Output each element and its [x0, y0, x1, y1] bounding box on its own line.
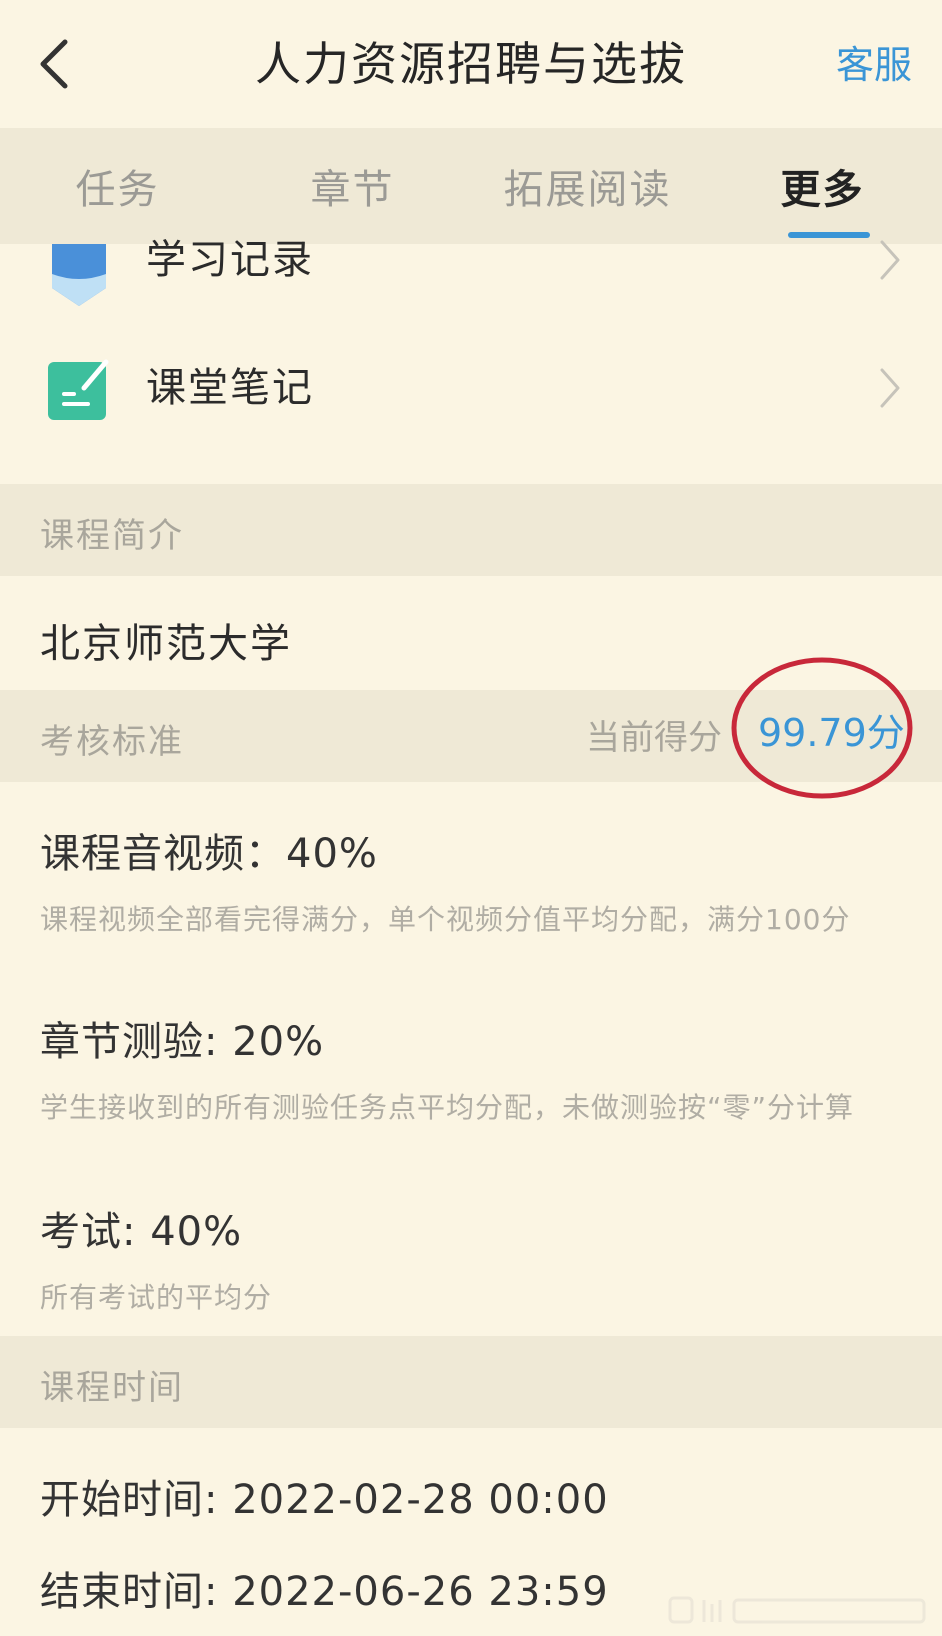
criterion-title: 考试: 40% — [40, 1209, 243, 1255]
study-record-item[interactable]: 学习记录 — [0, 226, 942, 350]
page-title: 人力资源招聘与选拔 — [255, 37, 687, 91]
tab-label: 章节 — [310, 167, 395, 213]
watermark-logo-icon — [668, 1596, 926, 1624]
chevron-right-icon — [880, 240, 900, 280]
class-notes-label: 课堂笔记 — [146, 365, 314, 411]
section-title: 课程时间 — [40, 1368, 184, 1408]
back-button[interactable] — [28, 34, 80, 94]
chevron-left-icon — [40, 39, 68, 89]
customer-service-button[interactable]: 客服 — [836, 38, 912, 92]
notes-icon — [48, 359, 109, 420]
criterion-title: 课程音视频：40% — [40, 831, 378, 877]
study-record-label: 学习记录 — [146, 237, 314, 283]
chevron-right-icon — [880, 368, 900, 408]
class-notes-item[interactable]: 课堂笔记 — [0, 340, 942, 464]
course-intro-header: 课程简介 — [0, 484, 942, 576]
section-title: 考核标准 — [40, 722, 184, 762]
criterion-title: 章节测验: 20% — [40, 1019, 325, 1065]
criterion-description: 学生接收到的所有测验任务点平均分配，未做测验按“零”分计算 — [40, 1091, 855, 1124]
course-time-header: 课程时间 — [0, 1336, 942, 1428]
current-score-label: 当前得分 — [586, 718, 722, 758]
hand-drawn-circle-annotation — [731, 657, 913, 799]
criterion-description: 课程视频全部看完得满分，单个视频分值平均分配，满分100分 — [40, 903, 851, 936]
tab-label: 更多 — [780, 167, 865, 213]
section-title: 课程简介 — [40, 516, 184, 556]
school-name: 北京师范大学 — [40, 621, 292, 667]
start-time: 开始时间: 2022-02-28 00:00 — [40, 1477, 609, 1523]
top-bar: 人力资源招聘与选拔 客服 — [0, 0, 942, 128]
tab-label: 任务 — [75, 167, 160, 213]
tab-label: 拓展阅读 — [503, 167, 672, 213]
end-time: 结束时间: 2022-06-26 23:59 — [40, 1569, 609, 1615]
book-icon — [52, 244, 106, 306]
criterion-description: 所有考试的平均分 — [40, 1281, 273, 1314]
